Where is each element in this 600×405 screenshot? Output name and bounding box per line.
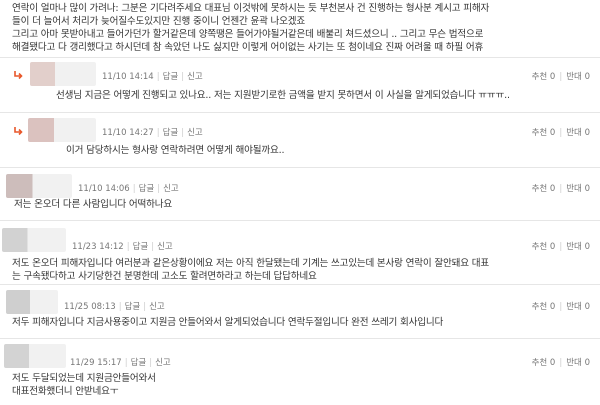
- reply-link[interactable]: 답글: [139, 184, 155, 194]
- report-link[interactable]: 신고: [187, 128, 203, 138]
- upvote-button[interactable]: 추천 0: [532, 358, 556, 368]
- comment-divider: [0, 112, 600, 113]
- comment-meta: 11/25 08:13 | 답글 | 신고: [64, 302, 165, 312]
- report-link[interactable]: 신고: [155, 358, 171, 368]
- reply-arrow-icon: [13, 70, 23, 80]
- reply-link[interactable]: 답글: [133, 242, 149, 252]
- vote-controls: 추천 0 | 반대 0: [531, 184, 590, 194]
- report-link[interactable]: 신고: [157, 242, 173, 252]
- upvote-button[interactable]: 추천 0: [532, 242, 556, 252]
- vote-controls: 추천 0 | 반대 0: [531, 128, 590, 138]
- avatar: [6, 290, 58, 314]
- comment-date: 11/25 08:13: [64, 302, 116, 312]
- reply-arrow-icon: [13, 126, 23, 136]
- vote-controls: 추천 0 | 반대 0: [531, 72, 590, 82]
- comment-date: 11/10 14:14: [102, 72, 154, 82]
- vote-controls: 추천 0 | 반대 0: [531, 302, 590, 312]
- comment-date: 11/29 15:17: [70, 358, 122, 368]
- avatar: [6, 174, 72, 198]
- comment-text: 저도 온오더 피해자입니다 여러분과 같은상황이에요 저는 아직 한달됐는데 기…: [12, 258, 489, 282]
- comment-meta: 11/10 14:27 | 답글 | 신고: [102, 128, 203, 138]
- avatar: [28, 118, 96, 142]
- vote-controls: 추천 0 | 반대 0: [531, 242, 590, 252]
- avatar: [2, 228, 66, 252]
- comment-text: 저두 피해자입니다 지금사용중이고 지원금 안들어와서 알게되었습니다 연락두절…: [12, 317, 444, 328]
- downvote-button[interactable]: 반대 0: [566, 128, 590, 138]
- comment-date: 11/10 14:06: [78, 184, 130, 194]
- comment-divider: [0, 284, 600, 285]
- downvote-button[interactable]: 반대 0: [566, 242, 590, 252]
- comment-divider: [0, 57, 600, 58]
- comment-date: 11/10 14:27: [102, 128, 154, 138]
- reply-link[interactable]: 답글: [125, 302, 141, 312]
- upvote-button[interactable]: 추천 0: [532, 184, 556, 194]
- comment-divider: [0, 338, 600, 339]
- post-body-text: 연락이 얼마나 많이 가려나: 그분은 기다려주세요 대표님 이것밖에 못하시는…: [12, 3, 490, 53]
- comment-text: 저도 두달되었는데 지원금안들어와서 대표전화했더니 안받네요ㅜ: [12, 373, 156, 397]
- upvote-button[interactable]: 추천 0: [532, 302, 556, 312]
- report-link[interactable]: 신고: [163, 184, 179, 194]
- comment-text: 선생님 지금은 어떻게 진행되고 있나요.. 저는 지원받기로한 금액을 받지 …: [56, 90, 510, 101]
- downvote-button[interactable]: 반대 0: [566, 72, 590, 82]
- upvote-button[interactable]: 추천 0: [532, 128, 556, 138]
- reply-link[interactable]: 답글: [131, 358, 147, 368]
- avatar: [4, 344, 66, 368]
- comment-date: 11/23 14:12: [72, 242, 124, 252]
- report-link[interactable]: 신고: [149, 302, 165, 312]
- downvote-button[interactable]: 반대 0: [566, 184, 590, 194]
- reply-link[interactable]: 답글: [163, 128, 179, 138]
- comment-meta: 11/10 14:06 | 답글 | 신고: [78, 184, 179, 194]
- downvote-button[interactable]: 반대 0: [566, 358, 590, 368]
- avatar: [30, 62, 96, 86]
- comment-meta: 11/29 15:17 | 답글 | 신고: [70, 358, 171, 368]
- reply-link[interactable]: 답글: [163, 72, 179, 82]
- comment-text: 저는 온오더 다른 사람입니다 어떡하나요: [14, 199, 173, 210]
- upvote-button[interactable]: 추천 0: [532, 72, 556, 82]
- comment-divider: [0, 167, 600, 168]
- vote-controls: 추천 0 | 반대 0: [531, 358, 590, 368]
- downvote-button[interactable]: 반대 0: [566, 302, 590, 312]
- comment-meta: 11/10 14:14 | 답글 | 신고: [102, 72, 203, 82]
- report-link[interactable]: 신고: [187, 72, 203, 82]
- comment-meta: 11/23 14:12 | 답글 | 신고: [72, 242, 173, 252]
- comment-divider: [0, 220, 600, 221]
- comment-text: 이거 담당하시는 형사랑 연락하려면 어떻게 해야될까요..: [66, 145, 285, 156]
